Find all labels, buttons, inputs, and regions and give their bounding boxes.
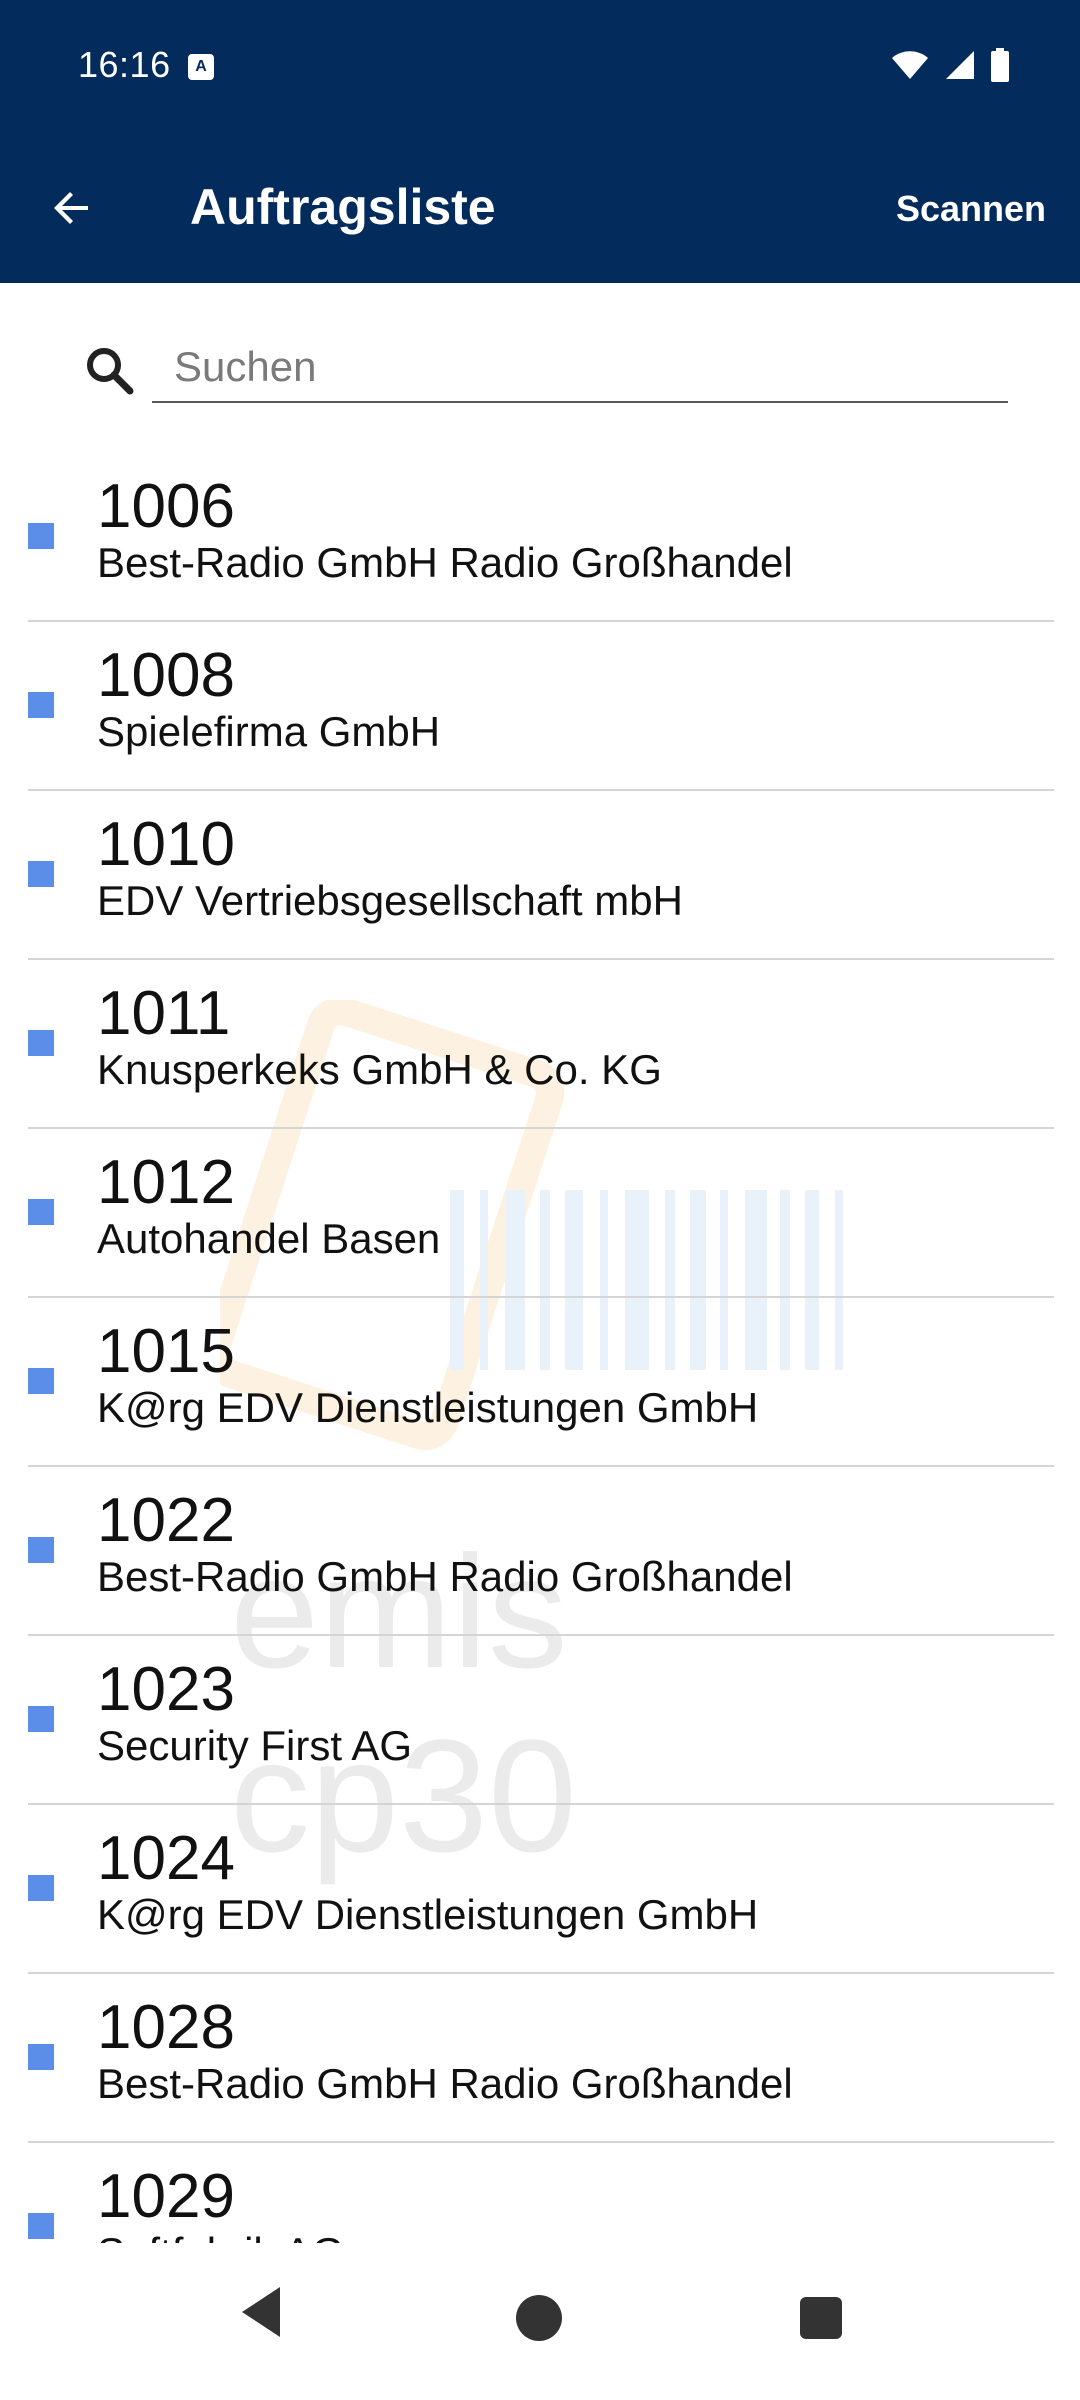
customer-name: Knusperkeks GmbH & Co. KG: [97, 1046, 662, 1093]
order-number: 1024: [97, 1824, 235, 1893]
search-input[interactable]: [152, 333, 1008, 403]
order-list-item[interactable]: 1011 Knusperkeks GmbH & Co. KG: [28, 960, 1054, 1129]
customer-name: Best-Radio GmbH Radio Großhandel: [97, 539, 793, 586]
order-list-item[interactable]: 1010 EDV Vertriebsgesellschaft mbH: [28, 791, 1054, 960]
nav-back-icon[interactable]: [236, 2283, 286, 2341]
customer-name: Security First AG: [97, 1722, 413, 1769]
status-marker-icon: [28, 1368, 54, 1394]
order-number: 1023: [97, 1655, 235, 1724]
nav-recent-icon[interactable]: [800, 2297, 842, 2339]
order-list-item[interactable]: 1023 Security First AG: [28, 1636, 1054, 1805]
status-time: 16:16: [78, 44, 171, 85]
battery-icon: [991, 48, 1009, 82]
status-marker-icon: [28, 861, 54, 887]
search-bar: [0, 283, 1080, 453]
customer-name: K@rg EDV Dienstleistungen GmbH: [97, 1384, 759, 1431]
order-number: 1010: [97, 810, 235, 879]
order-number: 1028: [97, 1993, 235, 2062]
status-marker-icon: [28, 1030, 54, 1056]
status-marker-icon: [28, 523, 54, 549]
status-marker-icon: [28, 1706, 54, 1732]
order-number: 1008: [97, 641, 235, 710]
order-list-item[interactable]: 1006 Best-Radio GmbH Radio Großhandel: [28, 453, 1054, 622]
order-list: 1006 Best-Radio GmbH Radio Großhandel 1008…: [0, 453, 1080, 2243]
status-bar: 16:16 A: [0, 0, 1080, 136]
signal-icon: [946, 51, 974, 79]
customer-name: Best-Radio GmbH Radio Großhandel: [97, 1553, 793, 1600]
order-number: 1015: [97, 1317, 235, 1386]
app-screen: 16:16 A Auftragsliste Scannen Suchen emi…: [0, 0, 1080, 2400]
order-number: 1029: [97, 2162, 235, 2231]
status-marker-icon: [28, 692, 54, 718]
customer-name: Best-Radio GmbH Radio Großhandel: [97, 2060, 793, 2107]
order-list-item[interactable]: 1029Softfabrik AG: [28, 2143, 1054, 2243]
notification-icon: A: [188, 54, 214, 80]
status-marker-icon: [28, 1537, 54, 1563]
status-marker-icon: [28, 1875, 54, 1901]
wifi-icon: [892, 51, 928, 79]
order-number: 1012: [97, 1148, 235, 1217]
order-list-item[interactable]: 1024 K@rg EDV Dienstleistungen GmbH: [28, 1805, 1054, 1974]
scan-button[interactable]: Scannen: [896, 188, 1046, 230]
order-list-item[interactable]: 1022 Best-Radio GmbH Radio Großhandel: [28, 1467, 1054, 1636]
customer-name: K@rg EDV Dienstleistungen GmbH: [97, 1891, 759, 1938]
customer-name: EDV Vertriebsgesellschaft mbH: [97, 877, 683, 924]
status-icons: [890, 48, 1010, 82]
status-marker-icon: [28, 1199, 54, 1225]
status-marker-icon: [28, 2044, 54, 2070]
search-icon: [87, 348, 134, 395]
order-number: 1006: [97, 472, 235, 541]
customer-name: Softfabrik AG: [97, 2229, 344, 2243]
order-number: 1022: [97, 1486, 235, 1555]
arrow-left-icon: [54, 192, 88, 224]
order-number: 1011: [97, 979, 231, 1048]
back-button[interactable]: [36, 172, 108, 244]
nav-home-icon[interactable]: [516, 2295, 562, 2341]
page-title: Auftragsliste: [190, 179, 496, 235]
system-nav-bar: [0, 2243, 1080, 2400]
order-list-item[interactable]: 1008 Spielefirma GmbH: [28, 622, 1054, 791]
customer-name: Autohandel Basen: [97, 1215, 441, 1262]
status-marker-icon: [28, 2213, 54, 2239]
customer-name: Spielefirma GmbH: [97, 708, 441, 755]
order-list-item[interactable]: 1028 Best-Radio GmbH Radio Großhandel: [28, 1974, 1054, 2143]
order-list-item[interactable]: 1015 K@rg EDV Dienstleistungen GmbH: [28, 1298, 1054, 1467]
order-list-item[interactable]: 1012 Autohandel Basen: [28, 1129, 1054, 1298]
app-bar: Auftragsliste Scannen: [0, 136, 1080, 283]
